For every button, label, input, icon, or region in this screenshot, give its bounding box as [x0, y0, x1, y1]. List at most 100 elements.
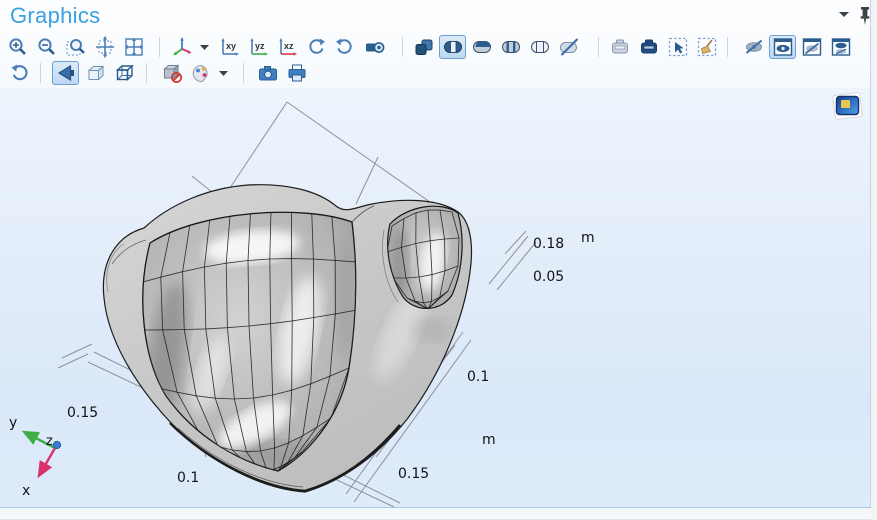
overlap-cubes-button[interactable] [410, 35, 437, 59]
select-box-button[interactable] [664, 35, 691, 59]
unit-label-right: m [482, 432, 496, 448]
color-palette-button[interactable] [187, 61, 214, 85]
xy-view-button[interactable]: xy [215, 35, 242, 59]
capsule-dark-top-icon [471, 36, 493, 58]
capsule-dark-top-button[interactable] [468, 35, 495, 59]
capsule-banded-button[interactable] [497, 35, 524, 59]
graphics-canvas[interactable] [0, 88, 870, 507]
capsule-banded-icon [500, 36, 522, 58]
toolbar-separator [243, 63, 244, 83]
zoom-extents-button[interactable] [91, 35, 118, 59]
default-3d-view-icon [171, 36, 193, 58]
scene-light-button[interactable] [52, 61, 79, 85]
tick-label-l1: 0.15 [67, 405, 98, 421]
clear-selection-button[interactable] [693, 35, 720, 59]
snapshot-camera-icon [257, 62, 279, 84]
toolbar-group-output [254, 60, 310, 86]
undo-rotate-icon [9, 62, 31, 84]
palette-dropdown-button[interactable] [216, 61, 232, 85]
toolbar-group-views: xy yz xz [168, 34, 387, 60]
toolbar-separator [598, 37, 599, 57]
toolbar-group-view-store [606, 34, 720, 60]
collapse-caret-icon [838, 10, 850, 18]
triad-label-y: y [9, 415, 17, 431]
zoom-in-button[interactable] [4, 35, 31, 59]
panel-menu-button[interactable] [838, 10, 850, 18]
toolbar-group-appearance [158, 60, 232, 86]
material-cube-off-icon [161, 62, 183, 84]
toolbar-separator [159, 37, 160, 57]
wireframe-box-icon [113, 62, 135, 84]
toolbar-group-hiding [740, 34, 854, 60]
bag-light-button[interactable] [606, 35, 633, 59]
zoom-selected-button[interactable] [120, 35, 147, 59]
rotate-cw-button[interactable] [302, 35, 329, 59]
toolbar-group-zoom [4, 34, 147, 60]
panel-bottom-edge [0, 507, 871, 520]
toolbar-group-undo [6, 60, 33, 86]
capsule-slash-button[interactable] [555, 35, 582, 59]
unit-label-top: m [581, 230, 595, 246]
page-title: Graphics [10, 3, 100, 29]
select-box-arrow-icon [667, 36, 689, 58]
bag-light-icon [609, 36, 631, 58]
capsule-highlight-button[interactable] [439, 35, 466, 59]
tick-label-r2: 0.15 [398, 466, 429, 482]
print-button[interactable] [283, 61, 310, 85]
zoom-box-button[interactable] [62, 35, 89, 59]
zoom-selected-icon [123, 36, 145, 58]
view-hidden-button[interactable] [798, 35, 825, 59]
eyes-framed-icon [830, 36, 852, 58]
xz-view-icon: xz [276, 36, 298, 58]
toolbar-group-render [52, 60, 137, 86]
panel-right-gutter [871, 0, 877, 520]
xy-view-icon: xy [218, 36, 240, 58]
yz-view-button[interactable]: yz [244, 35, 271, 59]
capsule-outline-button[interactable] [526, 35, 553, 59]
default-3d-view-button[interactable] [168, 35, 195, 59]
graphics-header-panel: Graphics [0, 0, 870, 88]
graphics-window: Graphics [0, 0, 877, 520]
eye-slash-icon [743, 36, 765, 58]
eye-slash-framed-icon [801, 36, 823, 58]
wireframe-button[interactable] [110, 61, 137, 85]
view-unhidden-button[interactable] [769, 35, 796, 59]
tick-label-r1: 0.1 [467, 369, 489, 385]
svg-text:yz: yz [255, 41, 265, 51]
view-dropdown-button[interactable] [197, 35, 213, 59]
rotate-clockwise-icon [305, 36, 327, 58]
color-palette-icon [190, 62, 212, 84]
material-color-button[interactable] [158, 61, 185, 85]
yz-view-icon: yz [247, 36, 269, 58]
clear-broom-icon [696, 36, 718, 58]
toolbar-separator [146, 63, 147, 83]
hide-selected-button[interactable] [740, 35, 767, 59]
reset-view-button[interactable] [6, 61, 33, 85]
triad-label-x: x [22, 483, 30, 499]
toolbar-group-scene-style [410, 34, 582, 60]
triad-label-z: z [46, 434, 53, 449]
eye-framed-icon [772, 36, 794, 58]
rotate-ccw-button[interactable] [331, 35, 358, 59]
xz-view-button[interactable]: xz [273, 35, 300, 59]
svg-text:xz: xz [284, 41, 294, 51]
toolbar-separator [402, 37, 403, 57]
bag-dark-button[interactable] [635, 35, 662, 59]
bag-dark-icon [638, 36, 660, 58]
toolbar-separator [727, 37, 728, 57]
tick-label-l2: 0.1 [177, 470, 199, 486]
capsule-slash-icon [558, 36, 580, 58]
tick-label-z1: 0.18 [533, 236, 564, 252]
transparency-button[interactable] [81, 61, 108, 85]
projection-icon [363, 36, 385, 58]
projection-button[interactable] [360, 35, 387, 59]
svg-text:xy: xy [226, 41, 236, 51]
zoom-out-button[interactable] [33, 35, 60, 59]
zoom-in-icon [7, 36, 29, 58]
overlap-cubes-icon [413, 36, 435, 58]
snapshot-button[interactable] [254, 61, 281, 85]
zoom-box-icon [65, 36, 87, 58]
view-dropdown-caret-icon [200, 44, 210, 51]
view-all-button[interactable] [827, 35, 854, 59]
toolbar-separator [40, 63, 41, 83]
